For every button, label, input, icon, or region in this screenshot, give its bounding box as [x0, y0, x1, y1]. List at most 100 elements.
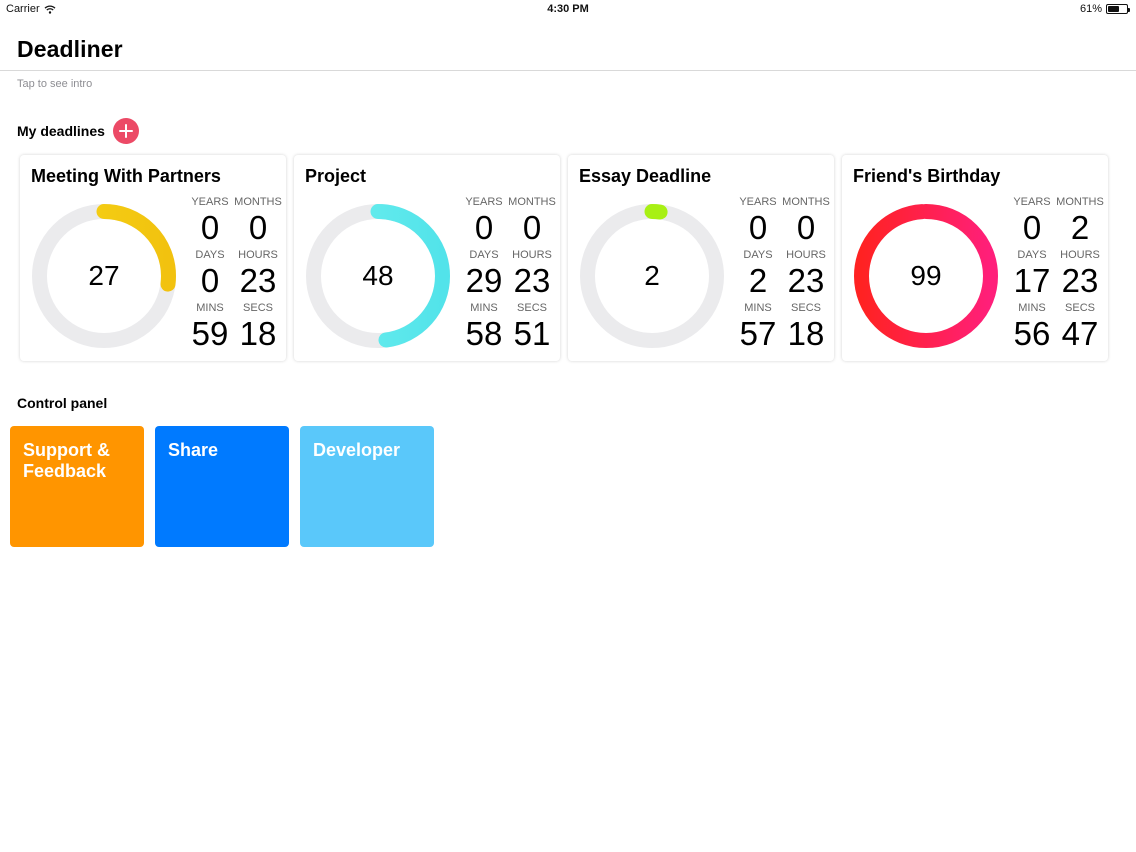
stat-label: MONTHS: [234, 196, 282, 208]
stat-hours: HOURS 23: [782, 249, 830, 302]
stat-days: DAYS 2: [734, 249, 782, 302]
stat-secs: SECS 51: [508, 302, 556, 355]
progress-ring: 27: [30, 202, 178, 350]
stat-label: DAYS: [1017, 249, 1047, 261]
countdown-grid: YEARS 0 MONTHS 0 DAYS 29 HOURS 23 MINS 58 SEC…: [460, 196, 556, 355]
stat-value: 0: [474, 209, 494, 246]
stat-label: SECS: [243, 302, 273, 314]
stat-value: 47: [1061, 315, 1099, 352]
stat-secs: SECS 18: [782, 302, 830, 355]
progress-percent: 2: [644, 260, 660, 291]
deadlines-section-label: My deadlines: [17, 123, 105, 139]
stat-label: MINS: [470, 302, 498, 314]
countdown-grid: YEARS 0 MONTHS 0 DAYS 0 HOURS 23 MINS 59 SECS…: [186, 196, 282, 355]
battery-fill: [1108, 6, 1119, 12]
title-divider: [0, 70, 1136, 71]
stat-label: SECS: [1065, 302, 1095, 314]
stat-days: DAYS 0: [186, 249, 234, 302]
stat-label: DAYS: [743, 249, 773, 261]
stat-mins: MINS 57: [734, 302, 782, 355]
progress-percent: 27: [88, 260, 120, 291]
status-bar: Carrier 4:30 PM 61%: [0, 0, 1136, 18]
stat-label: YEARS: [191, 196, 229, 208]
deadlines-header: My deadlines: [17, 118, 139, 144]
developer-button[interactable]: Developer: [300, 426, 434, 547]
control-panel-label: Control panel: [17, 395, 108, 411]
stat-mins: MINS 56: [1008, 302, 1056, 355]
deadline-title: Essay Deadline: [579, 166, 712, 186]
progress-ring: 99: [852, 202, 1000, 350]
deadline-card[interactable]: Project 48 YEARS 0 MONTHS 0 DAYS 29 HOURS 23…: [294, 155, 560, 361]
stat-value: 56: [1013, 315, 1051, 352]
stat-months: MONTHS 0: [782, 196, 830, 249]
stat-value: 0: [1022, 209, 1042, 246]
stat-mins: MINS 58: [460, 302, 508, 355]
stat-label: SECS: [517, 302, 547, 314]
stat-value: 0: [200, 262, 220, 299]
stat-value: 0: [200, 209, 220, 246]
stat-mins: MINS 59: [186, 302, 234, 355]
intro-link[interactable]: Tap to see intro: [17, 78, 92, 90]
stat-secs: SECS 18: [234, 302, 282, 355]
deadline-card[interactable]: Friend's Birthday 99 YEARS 0 MONTHS 2 DAYS…: [842, 155, 1108, 361]
stat-label: MONTHS: [782, 196, 830, 208]
stat-label: MINS: [196, 302, 224, 314]
stat-value: 2: [1070, 209, 1090, 246]
stat-label: YEARS: [1013, 196, 1051, 208]
stat-months: MONTHS 2: [1056, 196, 1104, 249]
progress-percent: 99: [910, 260, 942, 291]
stat-value: 18: [239, 315, 277, 352]
status-time: 4:30 PM: [547, 3, 589, 15]
stat-label: DAYS: [469, 249, 499, 261]
add-deadline-button[interactable]: [112, 118, 139, 144]
stat-label: HOURS: [512, 249, 552, 261]
countdown-grid: YEARS 0 MONTHS 0 DAYS 2 HOURS 23 MINS 57 SECS…: [734, 196, 830, 355]
deadline-cards: Meeting With Partners 27 YEARS 0 MONTHS 0 …: [20, 155, 1108, 361]
stat-value: 0: [522, 209, 542, 246]
stat-value: 29: [465, 262, 503, 299]
stat-months: MONTHS 0: [234, 196, 282, 249]
stat-hours: HOURS 23: [1056, 249, 1104, 302]
stat-label: MONTHS: [508, 196, 556, 208]
stat-years: YEARS 0: [734, 196, 782, 249]
stat-value: 23: [239, 262, 277, 299]
deadline-card[interactable]: Meeting With Partners 27 YEARS 0 MONTHS 0 …: [20, 155, 286, 361]
stat-days: DAYS 29: [460, 249, 508, 302]
stat-value: 17: [1013, 262, 1051, 299]
stat-label: DAYS: [195, 249, 225, 261]
stat-value: 59: [191, 315, 229, 352]
stat-value: 0: [796, 209, 816, 246]
battery-tip: [1128, 8, 1130, 12]
stat-value: 23: [513, 262, 551, 299]
stat-months: MONTHS 0: [508, 196, 556, 249]
share-button[interactable]: Share: [155, 426, 289, 547]
control-panel-tiles: Support & Feedback Share Developer: [10, 426, 434, 547]
stat-value: 23: [1061, 262, 1099, 299]
deadline-card[interactable]: Essay Deadline 2 YEARS 0 MONTHS 0 DAYS 2 HO…: [568, 155, 834, 361]
stat-secs: SECS 47: [1056, 302, 1104, 355]
stat-years: YEARS 0: [186, 196, 234, 249]
stat-label: MINS: [1018, 302, 1046, 314]
stat-label: HOURS: [1060, 249, 1100, 261]
stat-value: 2: [748, 262, 768, 299]
stat-label: HOURS: [238, 249, 278, 261]
stat-years: YEARS 0: [460, 196, 508, 249]
deadline-title: Meeting With Partners: [31, 166, 221, 186]
progress-percent: 48: [362, 260, 394, 291]
stat-label: YEARS: [739, 196, 777, 208]
stat-days: DAYS 17: [1008, 249, 1056, 302]
battery-percent: 61%: [1079, 3, 1102, 15]
stat-label: MINS: [744, 302, 772, 314]
progress-ring: 2: [578, 202, 726, 350]
stat-value: 23: [787, 262, 825, 299]
countdown-grid: YEARS 0 MONTHS 2 DAYS 17 HOURS 23 MINS 56 SEC…: [1008, 196, 1104, 355]
stat-value: 58: [465, 315, 503, 352]
stat-label: HOURS: [786, 249, 826, 261]
stat-years: YEARS 0: [1008, 196, 1056, 249]
progress-ring: 48: [304, 202, 452, 350]
support-feedback-button[interactable]: Support & Feedback: [10, 426, 144, 547]
stat-value: 0: [748, 209, 768, 246]
deadline-title: Project: [305, 166, 367, 186]
battery-icon: [1106, 4, 1130, 14]
stat-label: SECS: [791, 302, 821, 314]
